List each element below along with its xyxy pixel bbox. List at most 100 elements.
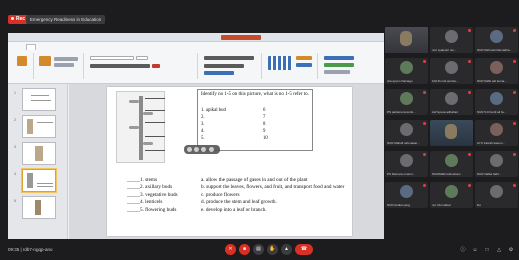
reset-button	[54, 63, 74, 67]
host-controls-icon[interactable]: ⚙	[508, 247, 514, 253]
participant-name: PS patrama kosmik...	[387, 110, 416, 114]
participant-tile[interactable]	[430, 120, 473, 146]
undo-icon[interactable]	[209, 147, 214, 152]
definitions-list: a. allow the passage of gases in and out…	[201, 177, 351, 214]
participant-tile[interactable]: NUR Nafka fadil...	[475, 151, 518, 177]
answer-row: 3. 8	[201, 122, 266, 127]
thumb-line	[37, 186, 53, 187]
avatar	[445, 92, 458, 105]
answer-value: 7	[263, 115, 266, 120]
answer-value: 8	[263, 122, 266, 127]
answer-number: 3	[201, 122, 204, 127]
participant-name: PS Damara umarni...	[387, 172, 416, 176]
participant-tile[interactable]: NUR Rahmah Ramadha...	[475, 27, 518, 53]
window-title-highlight	[221, 35, 261, 40]
stem-image	[139, 96, 143, 160]
definition-item: d. produce the stem and leaf growth.	[201, 199, 277, 206]
ribbon-tab	[42, 44, 47, 50]
mic-muted-icon	[513, 60, 516, 63]
mic-muted-icon	[423, 60, 426, 63]
participant-tile[interactable]: nuri syaiputri nur...	[430, 27, 473, 53]
participant-tile[interactable]: PS patrama kosmik...	[385, 89, 428, 115]
avatar	[490, 123, 503, 136]
ribbon-group-clipboard	[12, 53, 34, 79]
chat-icon[interactable]: □	[484, 247, 490, 253]
participant-tile[interactable]: NUR Rafki adi kuma...	[475, 58, 518, 84]
pen-icon[interactable]	[187, 147, 192, 152]
mic-muted-icon	[423, 122, 426, 125]
slide-thumbnail: 2	[14, 115, 56, 138]
meeting-time-code: 09:35 | rdb7-ngqp-ano	[8, 247, 53, 252]
answer-number: 5	[201, 136, 204, 141]
pointer-line	[145, 110, 165, 111]
new-slide-icon	[39, 56, 51, 66]
slide-number: 4	[14, 172, 16, 176]
participant-tile[interactable]: ibo	[475, 182, 518, 208]
participant-tile[interactable]: AYU Faizah kasum...	[475, 120, 518, 146]
captions-button[interactable]: ▤	[253, 244, 264, 255]
participant-name: Ast*ayusa adhahari	[432, 110, 459, 114]
presentation-ribbon	[8, 42, 384, 84]
info-icon[interactable]: ⓘ	[460, 247, 466, 253]
participant-name: nur zikri akbar	[432, 203, 451, 207]
definition-item: b. support the leaves, flowers, and frui…	[201, 184, 345, 191]
answer-label: apikal bud	[205, 108, 226, 113]
mic-muted-icon	[513, 122, 516, 125]
participant-name: 102-8 muti annisa...	[432, 79, 459, 83]
participant-tile[interactable]: NUR 5-9 Ferdi ali fa...	[475, 89, 518, 115]
highlighter-icon[interactable]	[194, 147, 199, 152]
participant-tile[interactable]: cita ayuni chaniago	[385, 58, 428, 84]
answer-row: 4. 9	[201, 129, 266, 134]
participant-tile[interactable]: 102-8 muti annisa...	[430, 58, 473, 84]
ribbon-group-editing	[320, 53, 378, 79]
mic-muted-icon	[468, 60, 471, 63]
ribbon-tab	[94, 44, 97, 50]
ribbon-tab	[26, 44, 36, 50]
annotation-toolbar[interactable]	[184, 145, 220, 154]
participant-name: NUR Rafki adi kuma...	[477, 79, 507, 83]
terms-list: _____1. stems _____2. axillary buds ____…	[127, 177, 178, 214]
slide-number: 3	[14, 145, 16, 149]
avatar	[490, 92, 503, 105]
leaf-mark	[129, 100, 139, 103]
participant-tile[interactable]: NUR/Mahrrahmariam	[430, 151, 473, 177]
mic-muted-icon	[468, 153, 471, 156]
font-name-box	[90, 56, 134, 60]
slide-thumbnail: 1	[14, 88, 56, 111]
participant-tile[interactable]: NUR Mahdil rahmawai...	[385, 120, 428, 146]
mic-muted-icon	[423, 153, 426, 156]
people-icon[interactable]: ☺	[472, 247, 478, 253]
present-button[interactable]: ▲	[281, 244, 292, 255]
convert-smartart-button	[204, 71, 234, 75]
slide-thumbnail-selected: 4	[14, 169, 56, 192]
participant-name: NUR Rahmah Ramadha...	[477, 48, 513, 52]
avatar	[400, 123, 413, 136]
question-text: Identify no 1-5 on this picture, what is…	[201, 92, 309, 97]
avatar	[445, 185, 458, 198]
ribbon-group-slides	[36, 53, 84, 79]
participant-name: nuri syaiputri nur...	[432, 48, 457, 52]
participant-tile[interactable]: PS Damara umarni...	[385, 151, 428, 177]
mic-muted-icon	[423, 91, 426, 94]
eraser-icon[interactable]	[201, 147, 206, 152]
mic-muted-icon	[468, 184, 471, 187]
term-item: _____3. vegetative buds	[127, 191, 178, 198]
participant-name: NUR Nafka fadil...	[477, 172, 502, 176]
end-call-button[interactable]: ☎	[295, 244, 313, 255]
mic-off-button[interactable]: ✕	[225, 244, 236, 255]
activities-icon[interactable]: △	[496, 247, 502, 253]
camera-off-button[interactable]: ■	[239, 244, 250, 255]
avatar	[400, 61, 413, 74]
participant-tile[interactable]: Ast*ayusa adhahari	[430, 89, 473, 115]
raise-hand-button[interactable]: ✋	[267, 244, 278, 255]
participant-tile[interactable]: NUR fardian jang	[385, 182, 428, 208]
mic-muted-icon	[513, 153, 516, 156]
ribbon-tab	[84, 44, 88, 50]
participant-tile[interactable]: nur zikri akbar	[430, 182, 473, 208]
leaf-mark	[143, 142, 153, 145]
avatar	[490, 61, 503, 74]
slide-thumbnail: 3	[14, 142, 56, 165]
participant-tile[interactable]	[385, 27, 428, 53]
avatar	[490, 185, 503, 198]
question-textbox[interactable]: Identify no 1-5 on this picture, what is…	[197, 89, 313, 151]
